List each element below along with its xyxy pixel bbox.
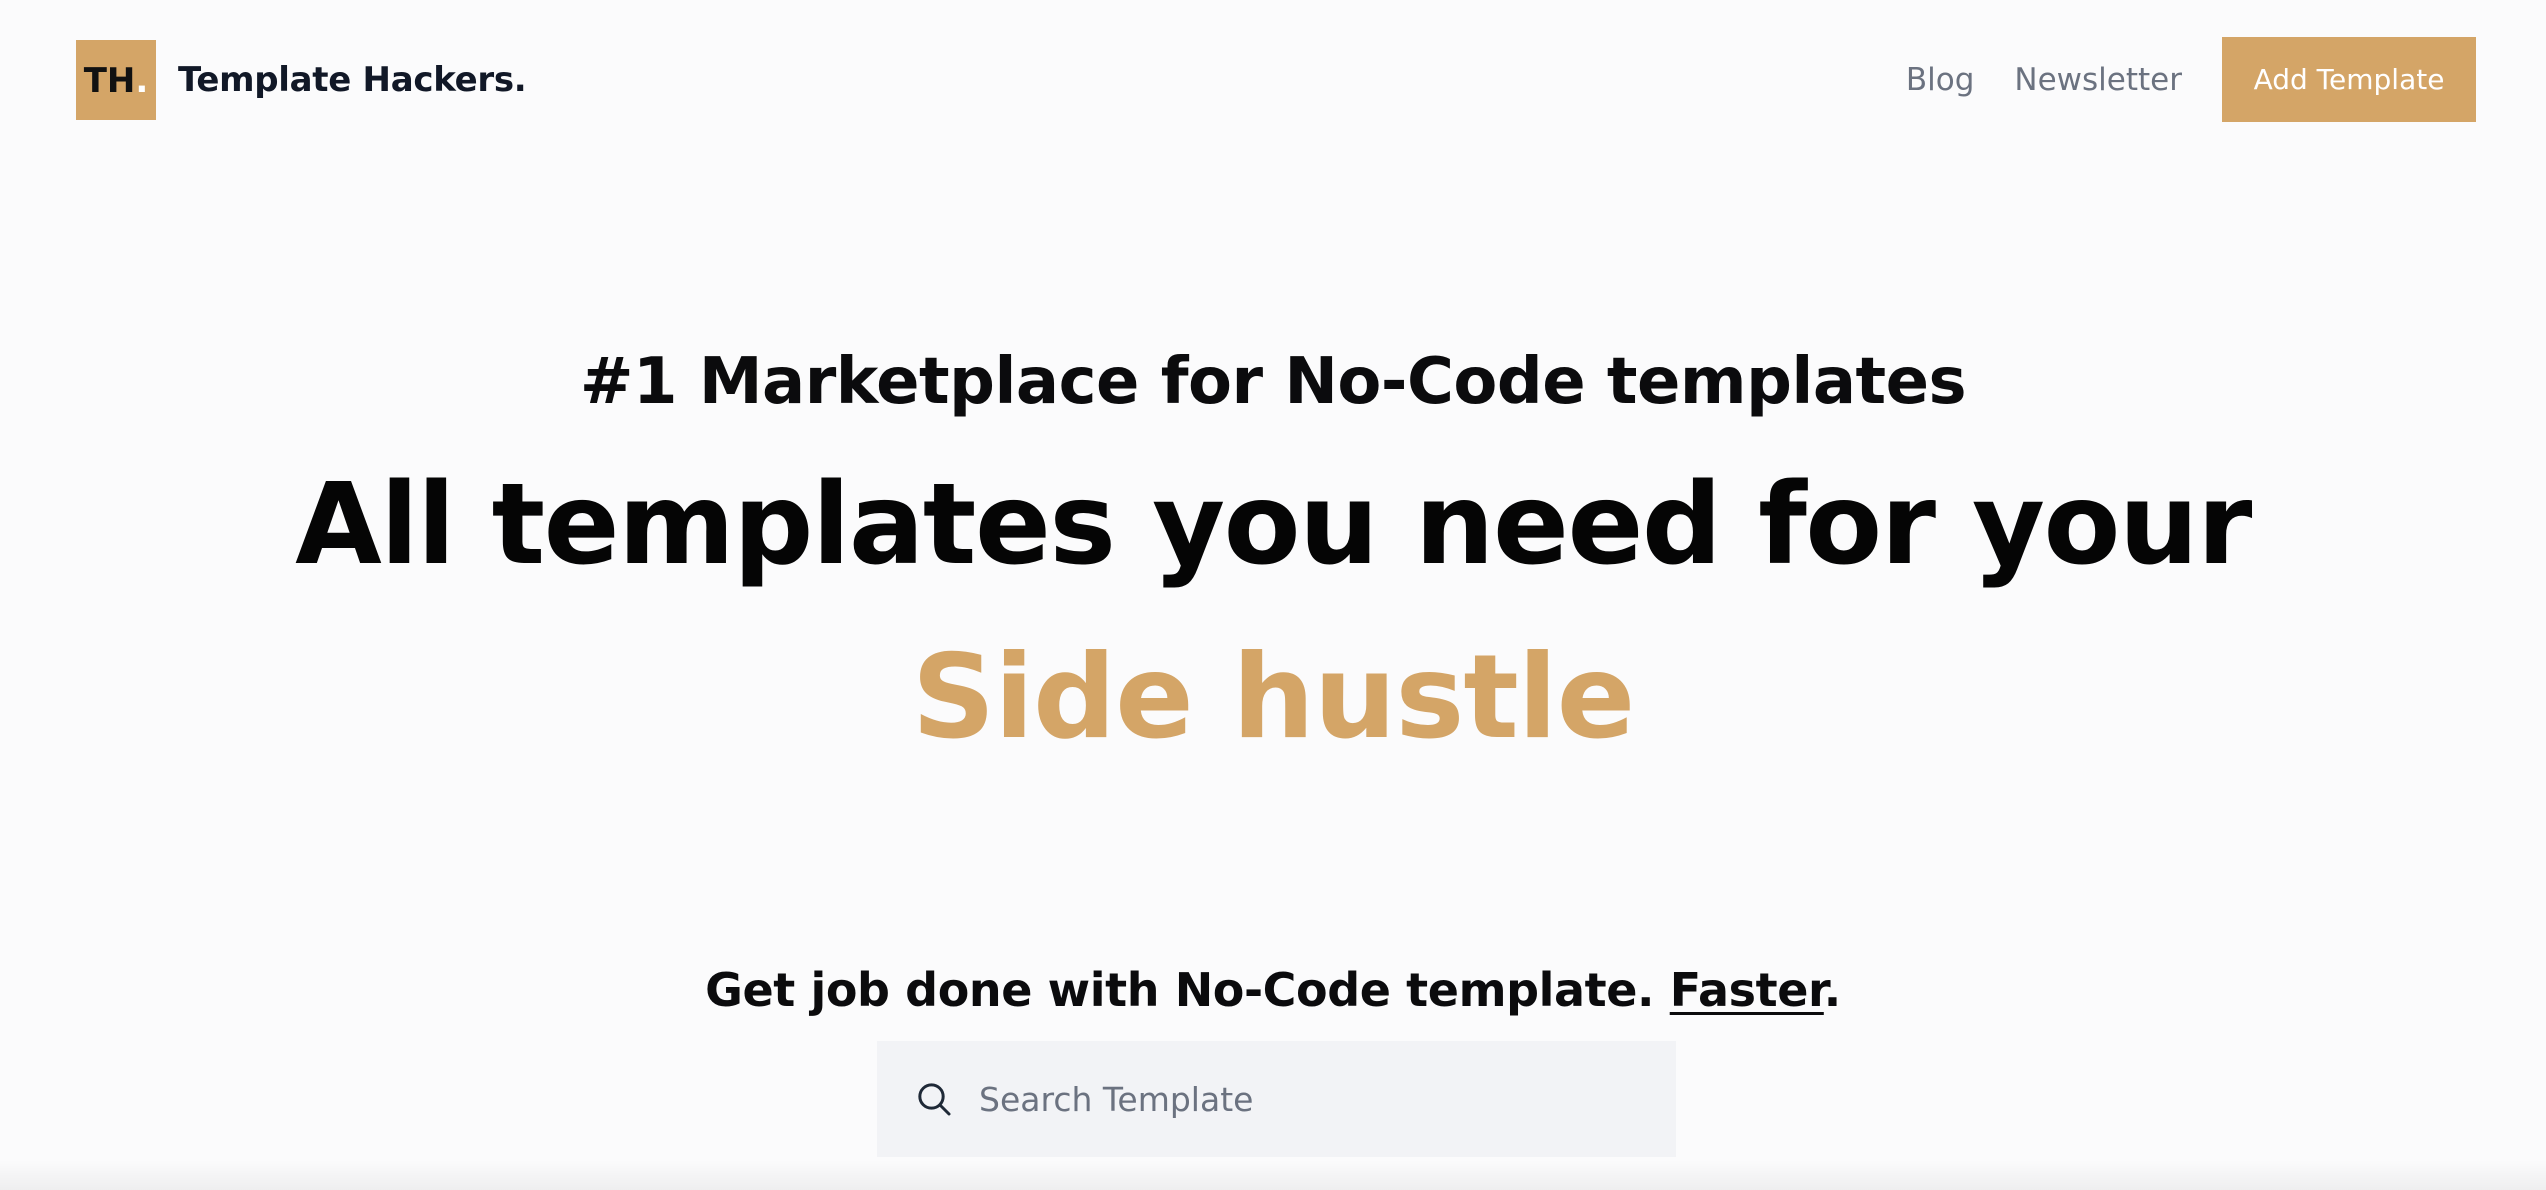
brand-home-link[interactable]: TH. Template Hackers. [76,39,527,120]
logo-dot: . [135,60,149,101]
search-icon [911,1076,957,1122]
nav-link-newsletter[interactable]: Newsletter [2014,62,2182,98]
nav-link-blog[interactable]: Blog [1906,62,1975,98]
hero-accent-text: Side hustle [911,630,1636,765]
add-template-button[interactable]: Add Template [2222,37,2476,122]
hero-headline: All templates you need for your [295,460,2252,590]
hero-kicker: #1 Marketplace for No-Code templates [579,345,1967,419]
brand-name: Template Hackers. [178,59,527,100]
logo: TH. [76,39,156,120]
search-box[interactable] [877,1041,1676,1157]
subtitle-period: . [1823,963,1841,1017]
main-nav: Blog Newsletter Add Template [1906,37,2476,122]
logo-text: TH [83,60,136,101]
site-header: TH. Template Hackers. Blog Newsletter Ad… [76,37,2476,122]
bottom-shadow [0,1160,2546,1190]
faster-link[interactable]: Faster [1670,963,1824,1017]
search-subtitle: Get job done with No-Code template. Fast… [0,960,2546,1020]
hero-section: #1 Marketplace for No-Code templates All… [0,330,2546,785]
subtitle-text: Get job done with No-Code template. [705,963,1670,1017]
page: TH. Template Hackers. Blog Newsletter Ad… [0,0,2546,1190]
search-input[interactable] [977,1068,1631,1130]
